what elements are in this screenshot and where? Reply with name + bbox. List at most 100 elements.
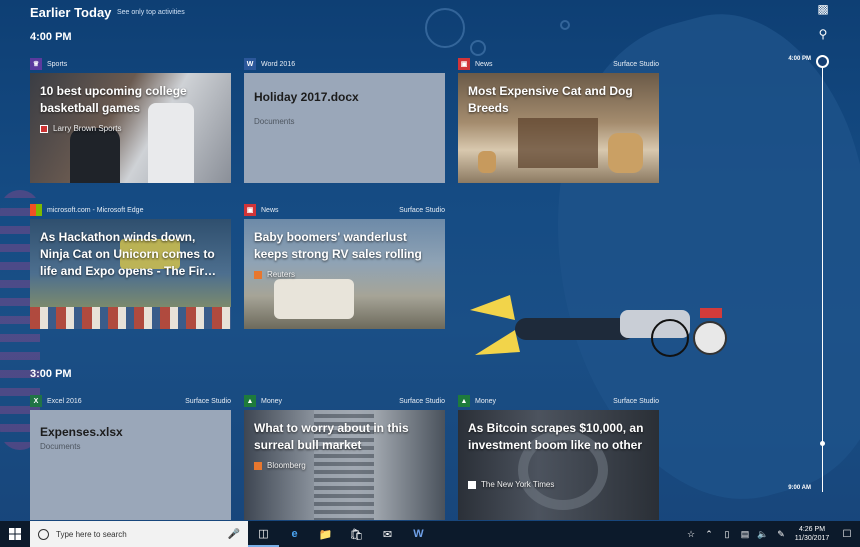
device-name: Surface Studio (399, 397, 445, 405)
activity-card-word[interactable]: W Word 2016 Holiday 2017.docx Documents (244, 57, 445, 183)
task-view-icon[interactable]: ◫ (248, 521, 279, 547)
source-icon (254, 270, 262, 279)
source-icon (468, 480, 476, 489)
system-tray: ☆ ⌃ ▯ ▤ 🔈 ✎ 4:26 PM 11/30/2017 ☐ (682, 521, 860, 547)
card-source: Reuters (254, 270, 295, 279)
device-name: Surface Studio (613, 397, 659, 405)
clock-time: 4:26 PM (798, 526, 826, 533)
card-title: Expenses.xlsx (40, 425, 123, 439)
coach-figure (70, 128, 120, 183)
activity-card-sports[interactable]: ♕ Sports 10 best upcoming college basket… (30, 57, 231, 183)
chair-shape (518, 118, 598, 168)
start-button[interactable] (0, 521, 30, 547)
show-hidden-icons-chevron-icon[interactable]: ⌃ (700, 529, 718, 540)
timeline-top-label: 4:00 PM (788, 56, 811, 62)
card-source: Documents (254, 117, 295, 126)
card-header: ▲ Money Surface Studio (244, 394, 445, 408)
timeline-handle[interactable] (816, 55, 829, 68)
activity-card-excel[interactable]: X Excel 2016 Surface Studio Expenses.xls… (30, 394, 231, 520)
card-thumbnail: 10 best upcoming college basketball game… (30, 73, 231, 183)
card-thumbnail: What to worry about in this surreal bull… (244, 410, 445, 520)
taskbar-search-box[interactable]: Type here to search 🎤 (30, 521, 248, 547)
cat-shape (478, 151, 496, 173)
word-icon: W (244, 58, 256, 70)
news-icon: ▣ (244, 204, 256, 216)
crowd-shape (30, 307, 231, 329)
card-header: ♕ Sports (30, 57, 231, 71)
news-icon: ▣ (458, 58, 470, 70)
card-thumbnail: Holiday 2017.docx Documents (244, 73, 445, 183)
app-name: Money (475, 397, 497, 405)
card-header: W Word 2016 (244, 57, 445, 71)
battery-icon[interactable]: ▯ (718, 529, 736, 540)
card-title: What to worry about in this surreal bull… (254, 421, 409, 452)
network-icon[interactable]: ▤ (736, 529, 754, 540)
time-group-label: 3:00 PM (30, 368, 72, 380)
word-taskbar-icon[interactable]: W (403, 521, 434, 547)
card-header: ▣ News Surface Studio (244, 203, 445, 217)
taskbar: Type here to search 🎤 ◫ e 📁 🛍 ✉ W ☆ ⌃ ▯ … (0, 521, 860, 547)
edge-icon[interactable]: e (279, 521, 310, 547)
time-group-label: 4:00 PM (30, 31, 72, 43)
microsoft-logo-icon (30, 204, 42, 216)
clock-date: 11/30/2017 (794, 535, 830, 542)
dog-shape (608, 133, 643, 173)
search-icon[interactable]: ⚲ (816, 27, 830, 41)
timeline-scrollbar[interactable] (822, 62, 823, 492)
activity-card-money[interactable]: ▲ Money Surface Studio As Bitcoin scrape… (458, 394, 659, 520)
app-name: Money (261, 397, 283, 405)
rv-shape (274, 279, 354, 319)
card-source: The New York Times (468, 480, 554, 489)
app-name: Sports (47, 60, 68, 68)
device-name: Surface Studio (399, 206, 445, 214)
card-title: Holiday 2017.docx (254, 90, 359, 104)
money-icon: ▲ (244, 395, 256, 407)
action-center-icon[interactable]: ☐ (834, 529, 860, 540)
card-header: microsoft.com - Microsoft Edge (30, 203, 231, 217)
timeline-bottom-label: 9:00 AM (788, 485, 811, 491)
microphone-icon[interactable]: 🎤 (228, 529, 240, 540)
activity-card-news[interactable]: ▣ News Surface Studio Baby boomers' wand… (244, 203, 445, 329)
background-bubble (425, 8, 465, 48)
see-top-activities-link[interactable]: See only top activities (117, 9, 185, 16)
activity-card-money[interactable]: ▲ Money Surface Studio What to worry abo… (244, 394, 445, 520)
card-header: ▣ News Surface Studio (458, 57, 659, 71)
card-thumbnail: Expenses.xlsx Documents (30, 410, 231, 520)
app-name: News (475, 60, 493, 68)
app-name: News (261, 206, 279, 214)
source-icon (254, 461, 262, 470)
file-explorer-icon[interactable]: 📁 (310, 521, 341, 547)
card-thumbnail: As Hackathon winds down, Ninja Cat on Un… (30, 219, 231, 329)
timeline-marker (820, 441, 825, 446)
card-title: Baby boomers' wanderlust keeps strong RV… (254, 230, 422, 261)
card-title: 10 best upcoming college basketball game… (40, 84, 187, 115)
store-icon[interactable]: 🛍 (341, 521, 372, 547)
clock[interactable]: 4:26 PM 11/30/2017 (790, 525, 834, 543)
card-thumbnail: Baby boomers' wanderlust keeps strong RV… (244, 219, 445, 329)
app-name: Word 2016 (261, 60, 296, 68)
money-icon: ▲ (458, 395, 470, 407)
pen-icon[interactable]: ✎ (772, 529, 790, 540)
search-placeholder: Type here to search (56, 529, 127, 539)
people-icon[interactable]: ☆ (682, 529, 700, 540)
person-settings-icon[interactable]: ▩ (816, 2, 830, 16)
volume-icon[interactable]: 🔈 (754, 529, 772, 540)
device-name: Surface Studio (613, 60, 659, 68)
app-name: Excel 2016 (47, 397, 82, 405)
app-name: microsoft.com - Microsoft Edge (47, 206, 144, 214)
activity-card-edge[interactable]: microsoft.com - Microsoft Edge As Hackat… (30, 203, 231, 329)
device-name: Surface Studio (185, 397, 231, 405)
windows-logo-icon (9, 528, 21, 540)
background-bubble (470, 40, 486, 56)
card-header: ▲ Money Surface Studio (458, 394, 659, 408)
card-source: Larry Brown Sports (40, 124, 121, 133)
card-header: X Excel 2016 Surface Studio (30, 394, 231, 408)
mail-icon[interactable]: ✉ (372, 521, 403, 547)
source-icon (40, 124, 48, 133)
card-title: As Hackathon winds down, Ninja Cat on Un… (40, 230, 217, 278)
diver-illustration (470, 295, 727, 357)
card-thumbnail: Most Expensive Cat and Dog Breeds (458, 73, 659, 183)
activity-card-news[interactable]: ▣ News Surface Studio Most Expensive Cat… (458, 57, 659, 183)
cortana-icon (38, 528, 49, 540)
card-title: As Bitcoin scrapes $10,000, an investmen… (468, 421, 644, 452)
